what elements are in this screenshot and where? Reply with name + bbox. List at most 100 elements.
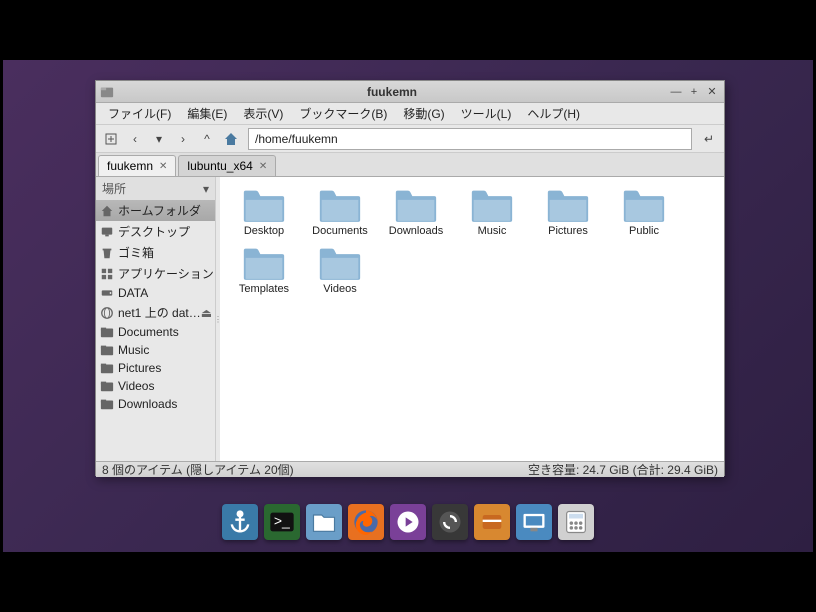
bookmark-item-2[interactable]: Pictures [96,359,215,377]
folder-label: Documents [312,225,368,237]
folder-downloads[interactable]: Downloads [380,185,452,239]
apps-icon [100,267,114,281]
network-icon [100,306,114,320]
place-item-2[interactable]: ゴミ箱 [96,242,215,263]
dock-media[interactable] [390,504,426,540]
place-item-5[interactable]: net1 上の dat…⏏ [96,302,215,323]
dock-anchor[interactable] [222,504,258,540]
file-manager-window: fuukemn — + ✕ ファイル(F) 編集(E) 表示(V) ブックマーク… [95,80,725,476]
folder-pictures[interactable]: Pictures [532,185,604,239]
history-dropdown[interactable]: ▾ [148,128,170,150]
menu-file[interactable]: ファイル(F) [100,103,179,124]
menu-go[interactable]: 移動(G) [395,103,452,124]
menu-edit[interactable]: 編集(E) [179,103,235,124]
folder-label: Templates [239,283,289,295]
software-icon [478,508,506,536]
desktop-wallpaper: fuukemn — + ✕ ファイル(F) 編集(E) 表示(V) ブックマーク… [3,60,813,552]
place-item-3[interactable]: アプリケーション [96,263,215,284]
folder-icon [242,187,286,223]
svg-text:>_: >_ [274,513,290,529]
files-icon [310,508,338,536]
trash-icon [100,246,114,260]
folder-icon [242,245,286,281]
address-input[interactable] [248,128,692,150]
bookmark-label: Music [118,343,149,357]
place-label: net1 上の dat… [118,304,201,321]
folder-label: Videos [323,283,356,295]
maximize-button[interactable]: + [686,84,702,100]
folder-desktop[interactable]: Desktop [228,185,300,239]
place-item-1[interactable]: デスクトップ [96,221,215,242]
bookmark-item-0[interactable]: Documents [96,323,215,341]
folder-public[interactable]: Public [608,185,680,239]
tab-fuukemn[interactable]: fuukemn ✕ [98,155,176,176]
home-button[interactable] [220,128,242,150]
go-button[interactable]: ↵ [698,128,720,150]
folder-icon [100,397,114,411]
minimize-button[interactable]: — [668,84,684,100]
dock-firefox[interactable] [348,504,384,540]
statusbar: 8 個のアイテム (隠しアイテム 20個) 空き容量: 24.7 GiB (合計… [96,461,724,477]
eject-icon[interactable]: ⏏ [201,306,212,320]
menu-bookmarks[interactable]: ブックマーク(B) [291,103,395,124]
menubar: ファイル(F) 編集(E) 表示(V) ブックマーク(B) 移動(G) ツール(… [96,103,724,125]
bookmark-label: Documents [118,325,179,339]
tab-close-icon[interactable]: ✕ [159,161,167,172]
folder-videos[interactable]: Videos [304,243,376,297]
dock-update[interactable] [432,504,468,540]
firefox-icon [352,508,380,536]
toolbar: ‹ ▾ › ^ ↵ [96,125,724,153]
status-right: 空き容量: 24.7 GiB (合計: 29.4 GiB) [528,461,718,478]
bookmark-item-3[interactable]: Videos [96,377,215,395]
dock-terminal[interactable]: >_ [264,504,300,540]
folder-content-area[interactable]: Desktop Documents Downloads Music Pictures Pu… [220,177,724,461]
dock-files[interactable] [306,504,342,540]
calc-icon [562,508,590,536]
titlebar[interactable]: fuukemn — + ✕ [96,81,724,103]
folder-icon [546,187,590,223]
close-button[interactable]: ✕ [704,84,720,100]
new-tab-button[interactable] [100,128,122,150]
folder-label: Downloads [389,225,443,237]
tabbar: fuukemn ✕ lubuntu_x64 ✕ [96,153,724,177]
folder-icon [470,187,514,223]
bookmark-label: Videos [118,379,154,393]
body-area: 場所 ▾ ホームフォルダデスクトップゴミ箱アプリケーションDATAnet1 上の… [96,177,724,461]
home-icon [100,204,114,218]
place-label: デスクトップ [118,223,190,240]
place-item-0[interactable]: ホームフォルダ [96,200,215,221]
folder-documents[interactable]: Documents [304,185,376,239]
tab-label: lubuntu_x64 [187,159,252,173]
bookmark-label: Pictures [118,361,161,375]
dock-software[interactable] [474,504,510,540]
place-label: ホームフォルダ [118,202,201,219]
tab-lubuntu[interactable]: lubuntu_x64 ✕ [178,155,276,176]
bookmark-item-4[interactable]: Downloads [96,395,215,413]
anchor-icon [226,508,254,536]
dock-calc[interactable] [558,504,594,540]
desktop-icon [100,225,114,239]
dock-display[interactable] [516,504,552,540]
bookmark-item-1[interactable]: Music [96,341,215,359]
forward-button[interactable]: › [172,128,194,150]
folder-icon [622,187,666,223]
folder-music[interactable]: Music [456,185,528,239]
place-item-4[interactable]: DATA [96,284,215,302]
folder-templates[interactable]: Templates [228,243,300,297]
menu-view[interactable]: 表示(V) [235,103,291,124]
folder-icon [100,325,114,339]
folder-label: Public [629,225,659,237]
folder-icon [318,245,362,281]
back-button[interactable]: ‹ [124,128,146,150]
folder-label: Pictures [548,225,588,237]
folder-icon [100,343,114,357]
tab-close-icon[interactable]: ✕ [259,161,267,172]
menu-tools[interactable]: ツール(L) [453,103,520,124]
terminal-icon: >_ [268,508,296,536]
display-icon [520,508,548,536]
up-button[interactable]: ^ [196,128,218,150]
sidebar: 場所 ▾ ホームフォルダデスクトップゴミ箱アプリケーションDATAnet1 上の… [96,177,216,461]
update-icon [436,508,464,536]
menu-help[interactable]: ヘルプ(H) [519,103,588,124]
places-header[interactable]: 場所 ▾ [96,177,215,200]
